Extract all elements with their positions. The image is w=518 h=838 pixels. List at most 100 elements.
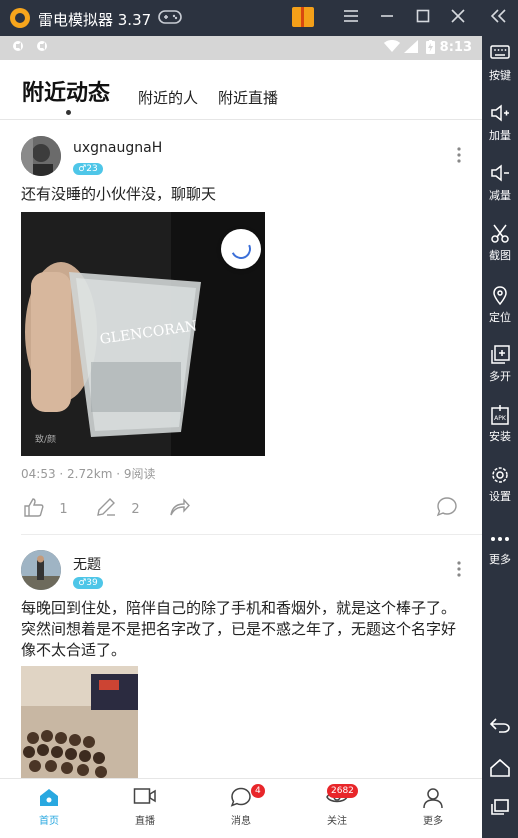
- recents-icon: [482, 798, 518, 820]
- sidebar-install-apk-button[interactable]: APK 安装: [482, 405, 518, 444]
- gender-age-badge: ♂23: [73, 163, 103, 175]
- post-meta: 04:53 · 2.72km · 9阅读: [21, 467, 156, 481]
- nav-label: 直播: [135, 816, 155, 827]
- emulator-title: 雷电模拟器 3.37: [38, 11, 152, 29]
- sidebar-multi-instance-button[interactable]: 多开: [482, 345, 518, 384]
- notification-icon: [12, 40, 24, 55]
- like-count: 1: [59, 502, 68, 517]
- sidebar-volume-up-button[interactable]: 加量: [482, 104, 518, 143]
- tab-nearby-posts[interactable]: 附近动态: [22, 75, 110, 107]
- emulator-sidebar: 按键 加量 减量 截图 定位 多开 APK 安装 设置 更多: [482, 36, 518, 838]
- nav-label: 更多: [423, 816, 443, 827]
- scissors-icon: [482, 224, 518, 246]
- avatar[interactable]: [21, 136, 61, 176]
- app-logo-icon: [10, 8, 30, 28]
- nav-live[interactable]: 直播: [115, 787, 175, 827]
- sidebar-label: 更多: [489, 553, 511, 566]
- battery-icon: [426, 40, 435, 57]
- multi-window-icon: [482, 345, 518, 367]
- apk-install-icon: APK: [482, 405, 518, 427]
- android-statusbar: 8:13: [0, 36, 482, 60]
- more-dots-icon: [482, 528, 518, 550]
- post-username[interactable]: 无题: [73, 554, 101, 574]
- collapse-sidebar-icon[interactable]: [486, 5, 512, 31]
- sidebar-label: 截图: [489, 249, 511, 262]
- gamepad-icon[interactable]: [158, 9, 182, 29]
- tab-nearby-people[interactable]: 附近的人: [138, 87, 198, 108]
- gender-age-badge: ♂39: [73, 577, 103, 589]
- home-outline-icon: [482, 758, 518, 780]
- sidebar-label: 加量: [489, 129, 511, 142]
- nav-home[interactable]: 首页: [19, 787, 79, 827]
- video-camera-icon: [115, 787, 175, 809]
- more-options-icon[interactable]: [454, 147, 464, 167]
- sidebar-screenshot-button[interactable]: 截图: [482, 224, 518, 263]
- sidebar-label: 定位: [489, 311, 511, 324]
- minimize-icon[interactable]: [374, 5, 400, 31]
- bottom-navigation: 首页 直播 消息 4 关注 2682 更多: [0, 778, 482, 838]
- maximize-icon[interactable]: [410, 5, 436, 31]
- menu-icon[interactable]: [338, 5, 364, 31]
- sidebar-label: 安装: [489, 430, 511, 443]
- nav-label: 关注: [327, 816, 347, 827]
- active-tab-indicator: [66, 110, 71, 115]
- notification-icon: [36, 40, 48, 55]
- android-screen: 8:13 附近动态 附近的人 附近直播 uxgnaugnaH ♂23 还有没睡的…: [0, 36, 482, 838]
- back-arrow-icon: [482, 716, 518, 738]
- thumbs-up-icon: [23, 498, 51, 523]
- status-time: 8:13: [439, 40, 472, 55]
- android-back-button[interactable]: [482, 716, 518, 738]
- nav-label: 消息: [231, 816, 251, 827]
- gear-icon: [482, 465, 518, 487]
- post-divider: [21, 534, 482, 535]
- share-arrow-icon: [168, 498, 190, 523]
- post-image[interactable]: [21, 666, 138, 778]
- more-options-icon[interactable]: [454, 561, 464, 581]
- svg-text:APK: APK: [494, 415, 507, 422]
- sidebar-keymap-button[interactable]: 按键: [482, 44, 518, 83]
- location-pin-icon: [482, 286, 518, 308]
- nav-messages[interactable]: 消息 4: [211, 784, 271, 827]
- sidebar-label: 设置: [489, 490, 511, 503]
- comment-count: 2: [131, 502, 140, 517]
- person-icon: [403, 787, 463, 809]
- chat-button[interactable]: [436, 496, 458, 523]
- follow-count-badge: 2682: [327, 784, 358, 798]
- sidebar-more-button[interactable]: 更多: [482, 528, 518, 567]
- sidebar-label: 减量: [489, 189, 511, 202]
- sidebar-location-button[interactable]: 定位: [482, 286, 518, 325]
- volume-up-icon: [482, 104, 518, 126]
- sidebar-label: 多开: [489, 370, 511, 383]
- volume-down-icon: [482, 164, 518, 186]
- comment-button[interactable]: 2: [95, 496, 140, 523]
- feed-list[interactable]: uxgnaugnaH ♂23 还有没睡的小伙伴没，聊聊天 GLENCORAN 致…: [0, 121, 482, 778]
- pencil-icon: [95, 498, 123, 523]
- post-text: 每晚回到住处，陪伴自己的除了手机和香烟外，就是这个棒子了。突然间想着是不是把名字…: [21, 599, 457, 659]
- avatar[interactable]: [21, 550, 61, 590]
- home-icon: [19, 787, 79, 809]
- nav-label: 首页: [39, 816, 59, 827]
- share-button[interactable]: [168, 496, 190, 523]
- post-username[interactable]: uxgnaugnaH: [73, 140, 162, 156]
- sidebar-settings-button[interactable]: 设置: [482, 465, 518, 504]
- post-text: 还有没睡的小伙伴没，聊聊天: [21, 185, 217, 203]
- nav-following[interactable]: 关注 2682: [307, 784, 367, 827]
- chat-bubble-icon: [436, 497, 458, 523]
- close-icon[interactable]: [445, 5, 471, 31]
- sidebar-volume-down-button[interactable]: 减量: [482, 164, 518, 203]
- emulator-titlebar: 雷电模拟器 3.37: [0, 0, 518, 36]
- signal-icon: [404, 40, 418, 56]
- tab-nearby-live[interactable]: 附近直播: [218, 87, 278, 108]
- wifi-icon: [384, 40, 400, 56]
- android-home-button[interactable]: [482, 758, 518, 780]
- android-recents-button[interactable]: [482, 798, 518, 820]
- sidebar-label: 按键: [489, 69, 511, 82]
- svg-text:致/颜: 致/颜: [35, 433, 56, 445]
- tab-bar: 附近动态 附近的人 附近直播: [0, 60, 482, 120]
- unread-badge: 4: [251, 784, 265, 798]
- like-button[interactable]: 1: [23, 496, 68, 523]
- keyboard-icon: [482, 44, 518, 66]
- gift-icon[interactable]: [292, 7, 314, 27]
- loading-spinner: [221, 229, 261, 269]
- nav-more[interactable]: 更多: [403, 787, 463, 827]
